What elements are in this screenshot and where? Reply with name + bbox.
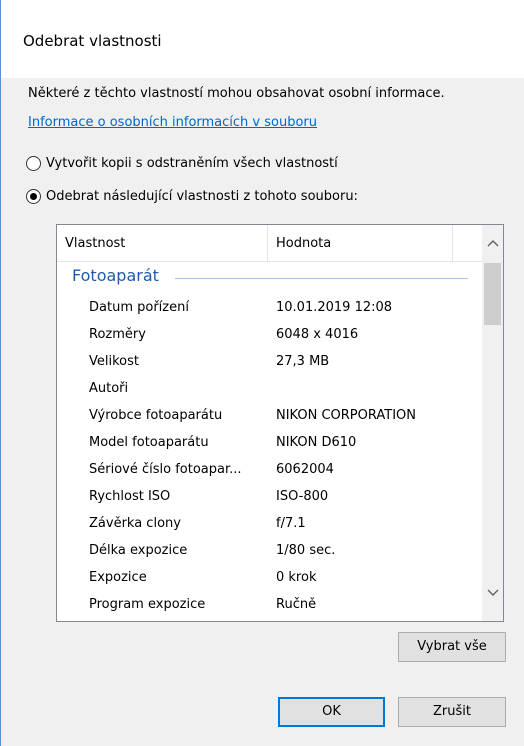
table-row[interactable]: Závěrka clony f/7.1 bbox=[57, 511, 482, 538]
radio-create-copy[interactable]: Vytvořit kopii s odstraněním všech vlast… bbox=[26, 156, 338, 171]
scrollbar-thumb[interactable] bbox=[484, 263, 501, 325]
radio-remove-properties-circle[interactable] bbox=[26, 189, 41, 204]
table-row[interactable]: Model fotoaparátu NIKON D610 bbox=[57, 430, 482, 457]
property-value: 1/80 sec. bbox=[276, 543, 336, 558]
property-name: Program expozice bbox=[89, 597, 206, 612]
radio-create-copy-circle[interactable] bbox=[26, 156, 41, 171]
title-bar: Odebrat vlastnosti bbox=[0, 0, 524, 78]
column-header-value[interactable]: Hodnota bbox=[268, 225, 452, 262]
table-row[interactable]: Rozměry 6048 x 4016 bbox=[57, 322, 482, 349]
scroll-down-arrow-icon[interactable] bbox=[482, 583, 503, 603]
group-divider bbox=[175, 278, 468, 279]
list-header: Vlastnost Hodnota bbox=[57, 225, 482, 262]
cancel-button[interactable]: Zrušit bbox=[398, 697, 506, 727]
ok-button[interactable]: OK bbox=[278, 697, 385, 727]
scroll-up-arrow-icon[interactable] bbox=[482, 233, 503, 253]
table-row[interactable]: Výrobce fotoaparátu NIKON CORPORATION bbox=[57, 403, 482, 430]
property-name: Model fotoaparátu bbox=[89, 435, 209, 450]
properties-list[interactable]: Vlastnost Hodnota Fotoaparát Datum poříz… bbox=[56, 224, 504, 622]
table-row[interactable]: Autoři bbox=[57, 376, 482, 403]
table-row[interactable]: Expozice 0 krok bbox=[57, 565, 482, 592]
property-value: Ručně bbox=[276, 597, 317, 612]
table-row[interactable]: Program expozice Ručně bbox=[57, 592, 482, 619]
property-name: Rychlost ISO bbox=[89, 489, 171, 504]
radio-remove-properties-label: Odebrat následující vlastnosti z tohoto … bbox=[46, 189, 358, 204]
property-name: Rozměry bbox=[89, 327, 146, 342]
personal-info-link[interactable]: Informace o osobních informacích v soubo… bbox=[28, 115, 317, 130]
group-header[interactable]: Fotoaparát bbox=[57, 262, 482, 290]
property-value: 0 krok bbox=[276, 570, 317, 585]
property-name: Datum pořízení bbox=[89, 300, 189, 315]
table-row[interactable]: Sériové číslo fotoapar... 6062004 bbox=[57, 457, 482, 484]
property-value: f/7.1 bbox=[276, 516, 306, 531]
select-all-button[interactable]: Vybrat vše bbox=[398, 632, 506, 662]
property-name: Délka expozice bbox=[89, 543, 188, 558]
property-value: NIKON CORPORATION bbox=[276, 408, 416, 423]
property-name: Sériové číslo fotoapar... bbox=[89, 462, 242, 477]
table-row[interactable]: Datum pořízení 10.01.2019 12:08 bbox=[57, 295, 482, 322]
table-row[interactable]: Délka expozice 1/80 sec. bbox=[57, 538, 482, 565]
property-name: Expozice bbox=[89, 570, 147, 585]
property-name: Autoři bbox=[89, 381, 129, 396]
property-value: 6062004 bbox=[276, 462, 334, 477]
group-label: Fotoaparát bbox=[72, 266, 159, 285]
property-value: NIKON D610 bbox=[276, 435, 357, 450]
property-value: ISO-800 bbox=[276, 489, 329, 504]
property-name: Velikost bbox=[89, 354, 139, 369]
property-name: Výrobce fotoaparátu bbox=[89, 408, 223, 423]
radio-remove-properties[interactable]: Odebrat následující vlastnosti z tohoto … bbox=[26, 189, 358, 204]
table-row[interactable]: Rychlost ISO ISO-800 bbox=[57, 484, 482, 511]
property-value: 10.01.2019 12:08 bbox=[276, 300, 393, 315]
column-header-property[interactable]: Vlastnost bbox=[57, 225, 267, 262]
vertical-scrollbar[interactable] bbox=[482, 225, 503, 621]
intro-text: Některé z těchto vlastností mohou obsaho… bbox=[28, 86, 445, 101]
property-value: 6048 x 4016 bbox=[276, 327, 359, 342]
dialog-title: Odebrat vlastnosti bbox=[23, 32, 162, 50]
property-name: Závěrka clony bbox=[89, 516, 181, 531]
radio-create-copy-label: Vytvořit kopii s odstraněním všech vlast… bbox=[46, 156, 338, 171]
table-row[interactable]: Velikost 27,3 MB bbox=[57, 349, 482, 376]
property-value: 27,3 MB bbox=[276, 354, 330, 369]
column-separator[interactable] bbox=[452, 225, 453, 262]
